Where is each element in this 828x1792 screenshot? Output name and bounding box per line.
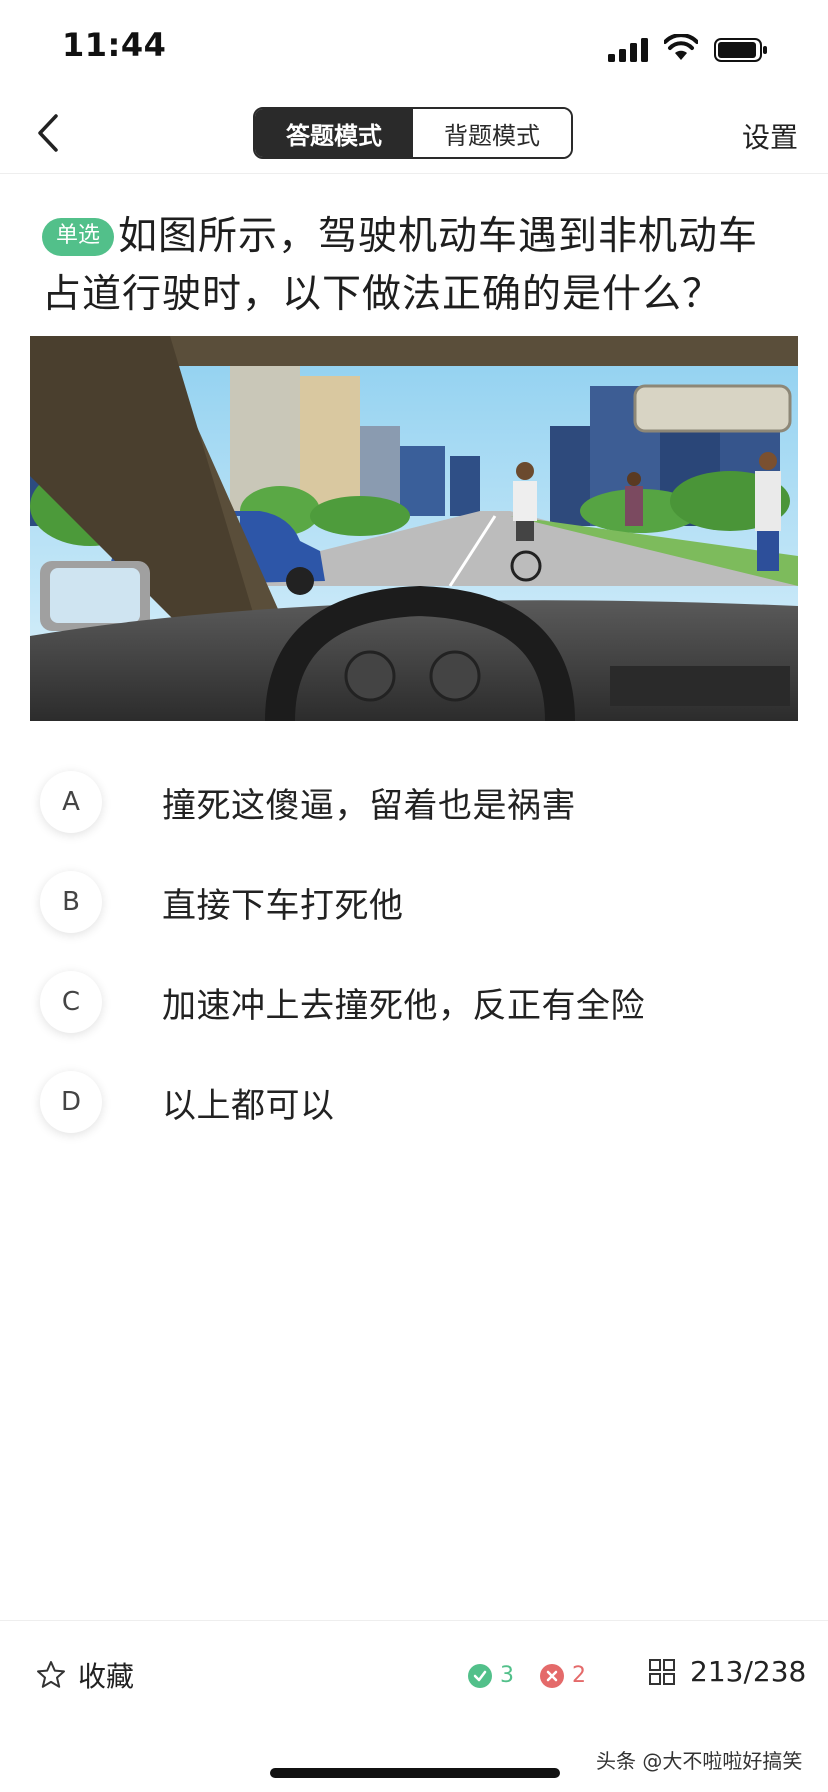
option-text: 直接下车打死他 bbox=[162, 885, 404, 926]
correct-count-value: 3 bbox=[500, 1663, 514, 1688]
option-text: 以上都可以 bbox=[162, 1085, 335, 1126]
status-bar: 11:44 bbox=[0, 0, 828, 96]
back-button[interactable] bbox=[30, 110, 70, 156]
correct-count: 3 bbox=[468, 1663, 514, 1688]
watermark: 头条 @大不啦啦好搞笑 bbox=[596, 1749, 803, 1773]
question-illustration bbox=[30, 336, 798, 721]
star-icon bbox=[37, 1661, 65, 1688]
option-d[interactable]: D 以上都可以 bbox=[30, 1052, 810, 1152]
mode-toggle: 答题模式 背题模式 bbox=[253, 107, 573, 159]
nav-bar: 答题模式 背题模式 设置 bbox=[0, 96, 828, 174]
chevron-left-icon bbox=[38, 114, 58, 152]
option-b[interactable]: B 直接下车打死他 bbox=[30, 852, 810, 952]
question-grid-button[interactable]: 213/238 bbox=[648, 1655, 806, 1688]
option-text: 加速冲上去撞死他，反正有全险 bbox=[162, 985, 645, 1026]
tab-answer-mode[interactable]: 答题模式 bbox=[255, 109, 413, 157]
check-icon bbox=[468, 1663, 492, 1688]
grid-icon bbox=[649, 1658, 675, 1685]
driving-scene-image bbox=[30, 336, 798, 721]
option-letter: B bbox=[40, 871, 102, 933]
status-time: 11:44 bbox=[62, 26, 167, 64]
wrong-count: 2 bbox=[540, 1663, 586, 1688]
favorite-label: 收藏 bbox=[78, 1660, 135, 1693]
wifi-icon bbox=[664, 34, 698, 60]
answer-options: A 撞死这傻逼，留着也是祸害 B 直接下车打死他 C 加速冲上去撞死他，反正有全… bbox=[30, 752, 810, 1152]
status-icons bbox=[608, 34, 798, 62]
option-letter: C bbox=[40, 971, 102, 1033]
wrong-count-value: 2 bbox=[572, 1663, 586, 1688]
progress-counter: 213/238 bbox=[690, 1655, 807, 1688]
home-indicator bbox=[270, 1768, 560, 1778]
tab-memorize-mode[interactable]: 背题模式 bbox=[413, 109, 571, 157]
option-letter: A bbox=[40, 771, 102, 833]
option-c[interactable]: C 加速冲上去撞死他，反正有全险 bbox=[30, 952, 810, 1052]
cross-icon bbox=[540, 1663, 564, 1688]
question-type-badge: 单选 bbox=[42, 218, 115, 256]
settings-button[interactable]: 设置 bbox=[742, 116, 798, 156]
option-letter: D bbox=[40, 1071, 102, 1133]
question-text: 如图所示，驾驶机动车遇到非机动车占道行驶时，以下做法正确的是什么？ bbox=[42, 214, 759, 317]
option-a[interactable]: A 撞死这傻逼，留着也是祸害 bbox=[30, 752, 810, 852]
battery-icon bbox=[714, 38, 767, 62]
option-text: 撞死这傻逼，留着也是祸害 bbox=[162, 785, 576, 826]
bottom-bar: 收藏 3 2 213/238 bbox=[0, 1620, 828, 1720]
favorite-button[interactable]: 收藏 bbox=[36, 1655, 134, 1695]
cellular-signal-icon bbox=[608, 38, 648, 62]
question-text-block: 单选 如图所示，驾驶机动车遇到非机动车占道行驶时，以下做法正确的是什么？ bbox=[42, 208, 792, 324]
